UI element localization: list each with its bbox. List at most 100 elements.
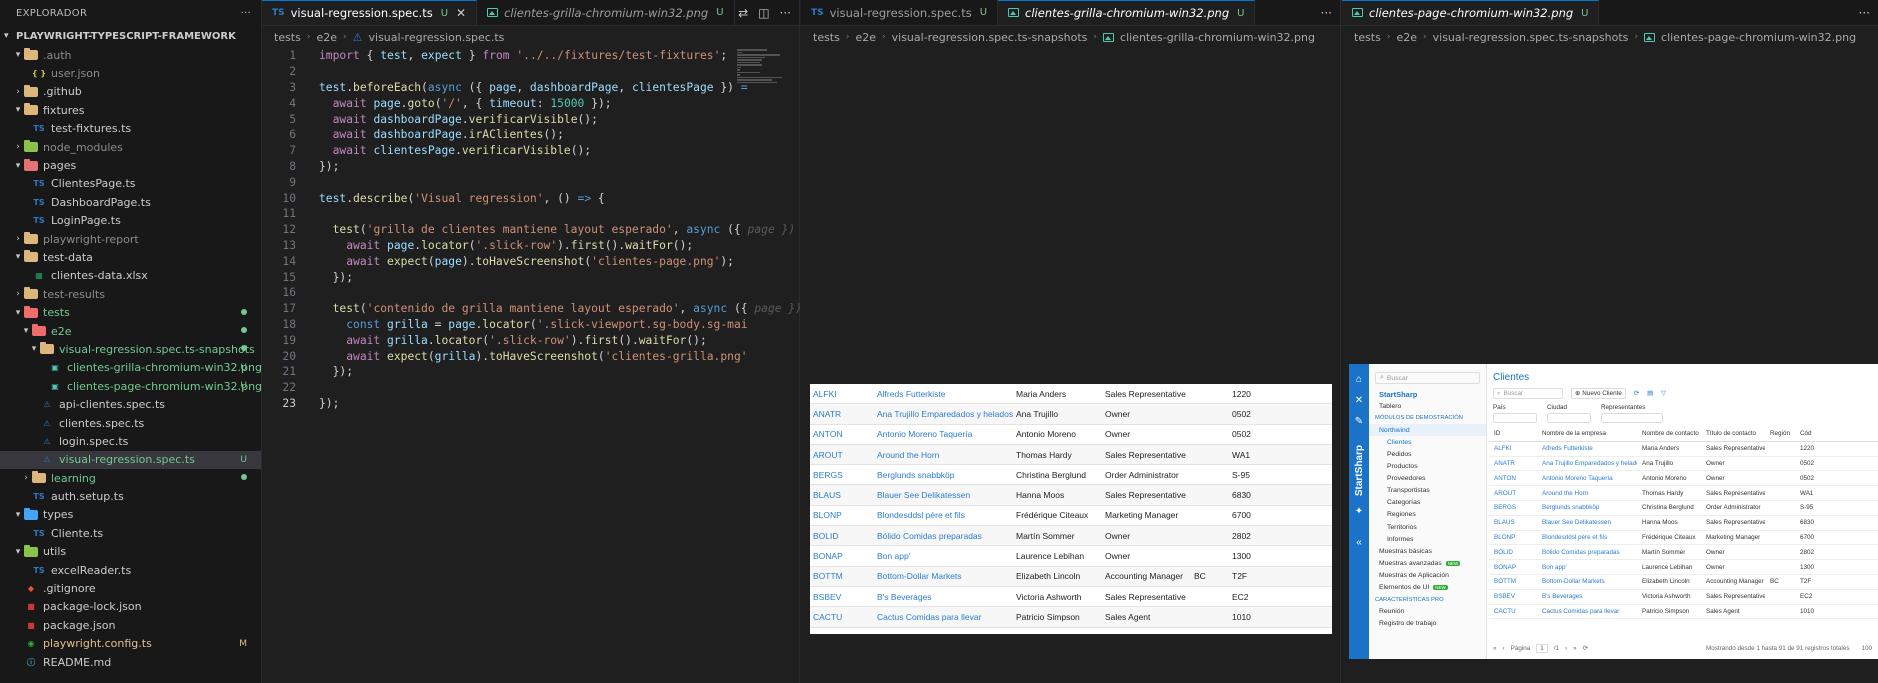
code-line[interactable]: 18 const grilla = page.locator('.slick-v… <box>262 317 799 333</box>
code-line[interactable]: 1 import { test, expect } from '../../fix… <box>262 48 799 64</box>
code-line[interactable]: 6 await dashboardPage.irAClientes(); <box>262 127 799 143</box>
tree-item[interactable]: TS LoginPage.ts <box>0 212 261 230</box>
breadcrumb-item[interactable]: visual-regression.spec.ts-snapshots <box>1433 31 1629 44</box>
tree-item[interactable]: ⚠ login.spec.ts <box>0 432 261 450</box>
tree-item[interactable]: TS DashboardPage.ts <box>0 193 261 211</box>
tree-item-label: playwright.config.ts <box>43 637 152 651</box>
breadcrumb-item[interactable]: visual-regression.spec.ts <box>369 31 505 44</box>
tree-item[interactable]: ▾ tests <box>0 303 261 321</box>
breadcrumb-item[interactable]: e2e <box>316 31 337 44</box>
tab-visual-regression-spec[interactable]: TS visual-regression.spec.ts U <box>801 0 999 25</box>
tree-item[interactable]: ▣ clientes-grilla-chromium-win32.png U <box>0 359 262 377</box>
breadcrumb-item[interactable]: tests <box>813 31 840 44</box>
code-line[interactable]: 2 <box>262 64 799 80</box>
more-actions-icon[interactable]: ··· <box>1321 6 1332 20</box>
tree-item[interactable]: ■ package.json <box>0 616 261 634</box>
code-line[interactable]: 9 <box>262 174 799 190</box>
code-line[interactable]: 14 await expect(page).toHaveScreenshot('… <box>262 253 799 269</box>
editor-group-grid-image: TS visual-regression.spec.ts U clientes-… <box>801 0 1341 683</box>
reload-icon: ⟳ <box>1582 645 1588 652</box>
tree-item[interactable]: › playwright-report <box>0 230 261 248</box>
grid-row: BERGS Berglunds snabbköp Christina Berglun… <box>1489 501 1878 516</box>
breadcrumb-item[interactable]: clientes-page-chromium-win32.png <box>1661 31 1856 44</box>
compare-changes-icon[interactable]: ⇄ <box>738 6 748 20</box>
tree-item[interactable]: ▦ clientes-data.xlsx <box>0 267 261 285</box>
minimap[interactable] <box>737 49 787 89</box>
tree-item[interactable]: ⚠ api-clientes.spec.ts <box>0 395 261 413</box>
code-editor[interactable]: 1 import { test, expect } from '../../fix… <box>262 48 815 412</box>
tree-item[interactable]: ▾ e2e <box>0 322 261 340</box>
code-line[interactable]: 21 }); <box>262 364 799 380</box>
breadcrumb: tests › e2e › ⚠ visual-regression.spec.ts <box>262 26 799 48</box>
code-line[interactable]: 4 await page.goto('/', { timeout: 15000 … <box>262 95 799 111</box>
grid-cell: Hanna Moos <box>1016 490 1065 501</box>
code-line[interactable]: 23}); <box>262 396 799 412</box>
breadcrumb-item[interactable]: clientes-grilla-chromium-win32.png <box>1120 31 1315 44</box>
more-actions-icon[interactable]: ··· <box>780 6 791 20</box>
tab-visual-regression-spec[interactable]: TS visual-regression.spec.ts U ✕ <box>262 0 478 25</box>
code-line[interactable]: 22 <box>262 380 799 396</box>
tree-item[interactable]: › test-results <box>0 285 261 303</box>
sidenav-item: MÓDULOS DE DEMOSTRACIÓN <box>1369 412 1486 424</box>
split-editor-icon[interactable]: ◫ <box>758 6 769 20</box>
tree-item[interactable]: TS Cliente.ts <box>0 524 261 542</box>
code-line[interactable]: 20 await expect(grilla).toHaveScreenshot… <box>262 348 799 364</box>
code-line[interactable]: 17 test('contenido de grilla mantiene la… <box>262 301 815 317</box>
tree-item[interactable]: › node_modules <box>0 138 261 156</box>
code-line[interactable]: 5 await dashboardPage.verificarVisible()… <box>262 111 799 127</box>
tree-item[interactable]: ◆ .gitignore <box>0 579 261 597</box>
grid-cell: Bottom-Dollar Markets <box>877 571 962 582</box>
tree-item[interactable]: ▾ utils <box>0 543 261 561</box>
breadcrumb-item[interactable]: tests <box>274 31 301 44</box>
close-icon[interactable]: ✕ <box>456 6 466 20</box>
tree-item[interactable]: ■ package-lock.json <box>0 598 261 616</box>
tab-clientes-grilla-png[interactable]: clientes-grilla-chromium-win32.png U <box>477 0 735 25</box>
code-line[interactable]: 12 test('grilla de clientes mantiene lay… <box>262 222 808 238</box>
grid-cell: Sales Representative <box>1105 388 1186 399</box>
breadcrumb-item[interactable]: e2e <box>1396 31 1417 44</box>
code-line[interactable]: 8}); <box>262 159 799 175</box>
tree-item[interactable]: ◉ playwright.config.ts M <box>0 635 261 653</box>
tab-clientes-grilla-png[interactable]: clientes-grilla-chromium-win32.png U <box>998 0 1256 25</box>
folder-icon <box>24 305 38 319</box>
tree-item[interactable]: ⚠ visual-regression.spec.ts U <box>0 450 261 469</box>
more-actions-icon[interactable]: ··· <box>1859 6 1870 20</box>
tree-item-label: README.md <box>43 655 112 669</box>
tab-clientes-page-png[interactable]: clientes-page-chromium-win32.png U <box>1342 0 1600 25</box>
code-line[interactable]: 10 test.describe('Visual regression', () … <box>262 190 799 206</box>
workspace-section[interactable]: ▾ PLAYWRIGHT-TYPESCRIPT-FRAMEWORK <box>0 26 261 46</box>
code-line[interactable]: 7 await clientesPage.verificarVisible(); <box>262 143 799 159</box>
tree-item[interactable]: TS test-fixtures.ts <box>0 120 261 138</box>
home-icon: ⌂ <box>1355 374 1363 385</box>
breadcrumb-item[interactable]: visual-regression.spec.ts-snapshots <box>892 31 1088 44</box>
tree-item[interactable]: ▾ fixtures <box>0 101 261 119</box>
more-actions-icon[interactable]: ··· <box>241 8 251 19</box>
tree-item[interactable]: ⓘ README.md <box>0 653 261 671</box>
breadcrumb-item[interactable]: e2e <box>855 31 876 44</box>
tree-item[interactable]: ▾ test-data <box>0 248 261 266</box>
playwright-file-icon: ◉ <box>27 639 35 649</box>
code-line[interactable]: 11 <box>262 206 799 222</box>
tree-item[interactable]: ▾ pages <box>0 156 261 174</box>
tree-item[interactable]: { } user.json <box>0 64 261 82</box>
chevron-down-icon: ▾ <box>15 307 21 318</box>
code-line[interactable]: 13 await page.locator('.slick-row').firs… <box>262 238 799 254</box>
tree-item[interactable]: ▾ visual-regression.spec.ts-snapshots <box>0 340 261 358</box>
tree-item[interactable]: TS excelReader.ts <box>0 561 261 579</box>
tree-item[interactable]: ▾ types <box>0 506 261 524</box>
grid-cell: S-95 <box>1232 469 1250 480</box>
tree-item[interactable]: › .github <box>0 83 261 101</box>
tree-item[interactable]: ▾ .auth <box>0 46 261 64</box>
tree-item[interactable]: › learning <box>0 469 261 487</box>
tree-item[interactable]: ⚠ clientes.spec.ts <box>0 414 261 432</box>
code-text: const grilla = page.locator('.slick-view… <box>346 317 748 331</box>
tree-item[interactable]: ▣ clientes-page-chromium-win32.png U <box>0 377 262 395</box>
tree-item[interactable]: TS auth.setup.ts <box>0 487 261 505</box>
git-status-dot <box>241 308 247 318</box>
code-line[interactable]: 3 test.beforeEach(async ({ page, dashboar… <box>262 80 799 96</box>
code-line[interactable]: 19 await grilla.locator('.slick-row').fi… <box>262 332 799 348</box>
breadcrumb-item[interactable]: tests <box>1354 31 1381 44</box>
code-line[interactable]: 15 }); <box>262 269 799 285</box>
tree-item[interactable]: TS ClientesPage.ts <box>0 175 261 193</box>
code-line[interactable]: 16 <box>262 285 799 301</box>
